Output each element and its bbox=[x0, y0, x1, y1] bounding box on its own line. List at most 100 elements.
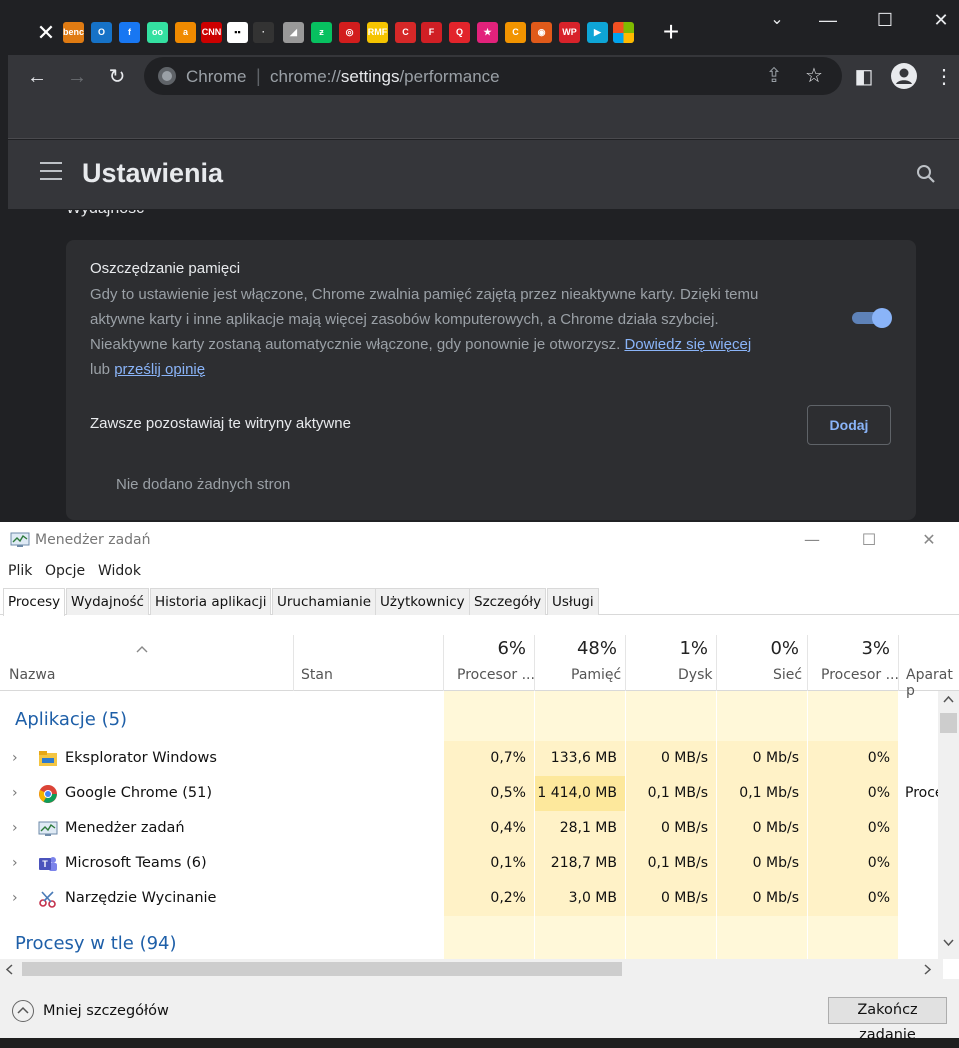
expand-chevron-icon[interactable]: › bbox=[12, 820, 18, 836]
scroll-right-icon[interactable] bbox=[924, 964, 932, 975]
col-mem[interactable]: Pamięć bbox=[571, 667, 621, 683]
process-row[interactable]: › Narzędzie Wycinanie 0,2% 3,0 MB 0 MB/s… bbox=[0, 881, 943, 916]
tab-services[interactable]: Usługi bbox=[547, 588, 599, 615]
add-site-button[interactable]: Dodaj bbox=[807, 405, 891, 445]
menu-icon[interactable] bbox=[40, 162, 62, 180]
settings-scrollbar[interactable] bbox=[943, 210, 959, 522]
minimize-button[interactable]: — bbox=[805, 4, 851, 36]
tab-details[interactable]: Szczegóły bbox=[469, 588, 547, 615]
url-text[interactable]: chrome://settings/performance bbox=[270, 67, 500, 87]
tab-users[interactable]: Użytkownicy bbox=[375, 588, 470, 615]
close-button[interactable]: ✕ bbox=[918, 4, 959, 36]
medium-favicon[interactable]: ▪▪ bbox=[227, 22, 248, 43]
file-explorer-icon bbox=[39, 751, 57, 766]
gpu-cell: 0% bbox=[808, 846, 898, 881]
expand-chevron-icon[interactable]: › bbox=[12, 785, 18, 801]
tm-minimize-button[interactable]: — bbox=[800, 528, 824, 552]
memory-saver-toggle[interactable] bbox=[852, 308, 892, 328]
share-icon[interactable]: ⇪ bbox=[760, 62, 788, 90]
scroll-left-icon[interactable] bbox=[5, 964, 13, 975]
chrome-icon bbox=[39, 785, 57, 803]
tab-startup[interactable]: Uruchamianie bbox=[272, 588, 377, 615]
process-name: Menedżer zadań bbox=[65, 820, 185, 836]
benchmark-favicon[interactable]: bench mark bbox=[63, 22, 84, 43]
end-task-button[interactable]: Zakończ zadanie bbox=[828, 997, 947, 1043]
radio-favicon[interactable]: ◎ bbox=[339, 22, 360, 43]
expand-chevron-icon[interactable]: › bbox=[12, 890, 18, 906]
wp-favicon[interactable]: WP bbox=[559, 22, 580, 43]
tab-close-icon[interactable]: ✕ bbox=[30, 19, 62, 47]
col-net[interactable]: Sieć bbox=[773, 667, 802, 683]
col-cpu-pct: 6% bbox=[497, 638, 526, 659]
settings-content: Wydajność Oszczędzanie pamięci Gdy to us… bbox=[8, 210, 943, 522]
disk-cell: 0,1 MB/s bbox=[626, 846, 716, 881]
tab-performance[interactable]: Wydajność bbox=[66, 588, 149, 615]
menu-file[interactable]: Plik bbox=[8, 563, 32, 579]
chrome-menu-icon[interactable]: ⋮ bbox=[930, 63, 958, 91]
microsoft-favicon[interactable] bbox=[613, 22, 634, 43]
tm-close-button[interactable]: ✕ bbox=[917, 528, 941, 552]
vertical-scroll-thumb[interactable] bbox=[940, 713, 957, 733]
task-manager-footer: Mniej szczegółów Zakończ zadanie bbox=[0, 979, 959, 1043]
tm-maximize-button[interactable]: ☐ bbox=[857, 528, 881, 552]
col-name[interactable]: Nazwa bbox=[9, 667, 55, 683]
expand-chevron-icon[interactable]: › bbox=[12, 750, 18, 766]
site-favicon-16[interactable]: ★ bbox=[477, 22, 498, 43]
bookmark-star-icon[interactable]: ☆ bbox=[800, 62, 828, 90]
scroll-down-icon[interactable] bbox=[943, 939, 954, 947]
tripadvisor-favicon[interactable]: oo bbox=[147, 22, 168, 43]
sort-arrow-icon bbox=[136, 646, 148, 653]
maximize-button[interactable]: ☐ bbox=[862, 4, 908, 36]
site-favicon-17[interactable]: C bbox=[505, 22, 526, 43]
col-gpu[interactable]: Procesor ... bbox=[821, 667, 899, 683]
address-bar[interactable]: Chrome | chrome://settings/performance ⇪… bbox=[144, 57, 842, 95]
chrome-icon bbox=[158, 67, 176, 85]
fakt-favicon[interactable]: F bbox=[421, 22, 442, 43]
rmf-favicon[interactable]: RMF bbox=[367, 22, 388, 43]
horizontal-scroll-thumb[interactable] bbox=[22, 962, 622, 976]
site-favicon-10[interactable]: ƶ bbox=[311, 22, 332, 43]
tab-search-dropdown[interactable]: ⌄ bbox=[754, 4, 800, 36]
cpu-cell: 0,4% bbox=[444, 811, 534, 846]
col-status[interactable]: Stan bbox=[301, 667, 333, 683]
vertical-scrollbar[interactable] bbox=[938, 691, 959, 959]
tab-processes[interactable]: Procesy bbox=[3, 588, 66, 616]
cnn-favicon[interactable]: CNN bbox=[201, 22, 222, 43]
memory-saver-description: Gdy to ustawienie jest włączone, Chrome … bbox=[90, 282, 800, 382]
disk-cell: 0 MB/s bbox=[626, 881, 716, 916]
site-favicon-13[interactable]: C bbox=[395, 22, 416, 43]
process-row[interactable]: › T Microsoft Teams (6) 0,1% 218,7 MB 0,… bbox=[0, 846, 943, 881]
menu-options[interactable]: Opcje bbox=[45, 563, 85, 579]
side-panel-icon[interactable]: ◧ bbox=[850, 63, 878, 91]
outlook-favicon[interactable]: O bbox=[91, 22, 112, 43]
search-icon[interactable] bbox=[914, 162, 938, 186]
scroll-up-icon[interactable] bbox=[943, 695, 954, 703]
chevron-up-icon[interactable] bbox=[12, 1000, 34, 1022]
amazon-favicon[interactable]: a bbox=[175, 22, 196, 43]
snipping-tool-icon bbox=[39, 891, 56, 908]
process-row[interactable]: › Menedżer zadań 0,4% 28,1 MB 0 MB/s 0 M… bbox=[0, 811, 943, 846]
site-favicon-18[interactable]: ◉ bbox=[531, 22, 552, 43]
process-name: Narzędzie Wycinanie bbox=[65, 890, 217, 906]
site-favicon-8[interactable]: · bbox=[253, 22, 274, 43]
back-button[interactable]: ← bbox=[23, 63, 51, 91]
profile-avatar[interactable] bbox=[890, 63, 918, 91]
site-favicon-9[interactable]: ◢ bbox=[283, 22, 304, 43]
facebook-favicon[interactable]: f bbox=[119, 22, 140, 43]
horizontal-scrollbar[interactable] bbox=[0, 959, 943, 979]
expand-chevron-icon[interactable]: › bbox=[12, 855, 18, 871]
tab-app-history[interactable]: Historia aplikacji bbox=[150, 588, 272, 615]
process-row[interactable]: › Eksplorator Windows 0,7% 133,6 MB 0 MB… bbox=[0, 741, 943, 776]
forward-button[interactable]: → bbox=[63, 63, 91, 91]
new-tab-button[interactable]: + bbox=[658, 18, 684, 46]
col-cpu[interactable]: Procesor ... bbox=[457, 667, 535, 683]
player-favicon[interactable]: ▶ bbox=[587, 22, 608, 43]
col-disk[interactable]: Dysk bbox=[678, 667, 712, 683]
site-favicon-15[interactable]: Q bbox=[449, 22, 470, 43]
menu-view[interactable]: Widok bbox=[98, 563, 141, 579]
learn-more-link[interactable]: Dowiedz się więcej bbox=[624, 336, 751, 353]
reload-button[interactable]: ↻ bbox=[103, 63, 131, 91]
process-row[interactable]: › Google Chrome (51) 0,5% 1 414,0 MB 0,1… bbox=[0, 776, 943, 811]
feedback-link[interactable]: prześlij opinię bbox=[114, 361, 205, 378]
less-details-link[interactable]: Mniej szczegółów bbox=[43, 1003, 169, 1019]
